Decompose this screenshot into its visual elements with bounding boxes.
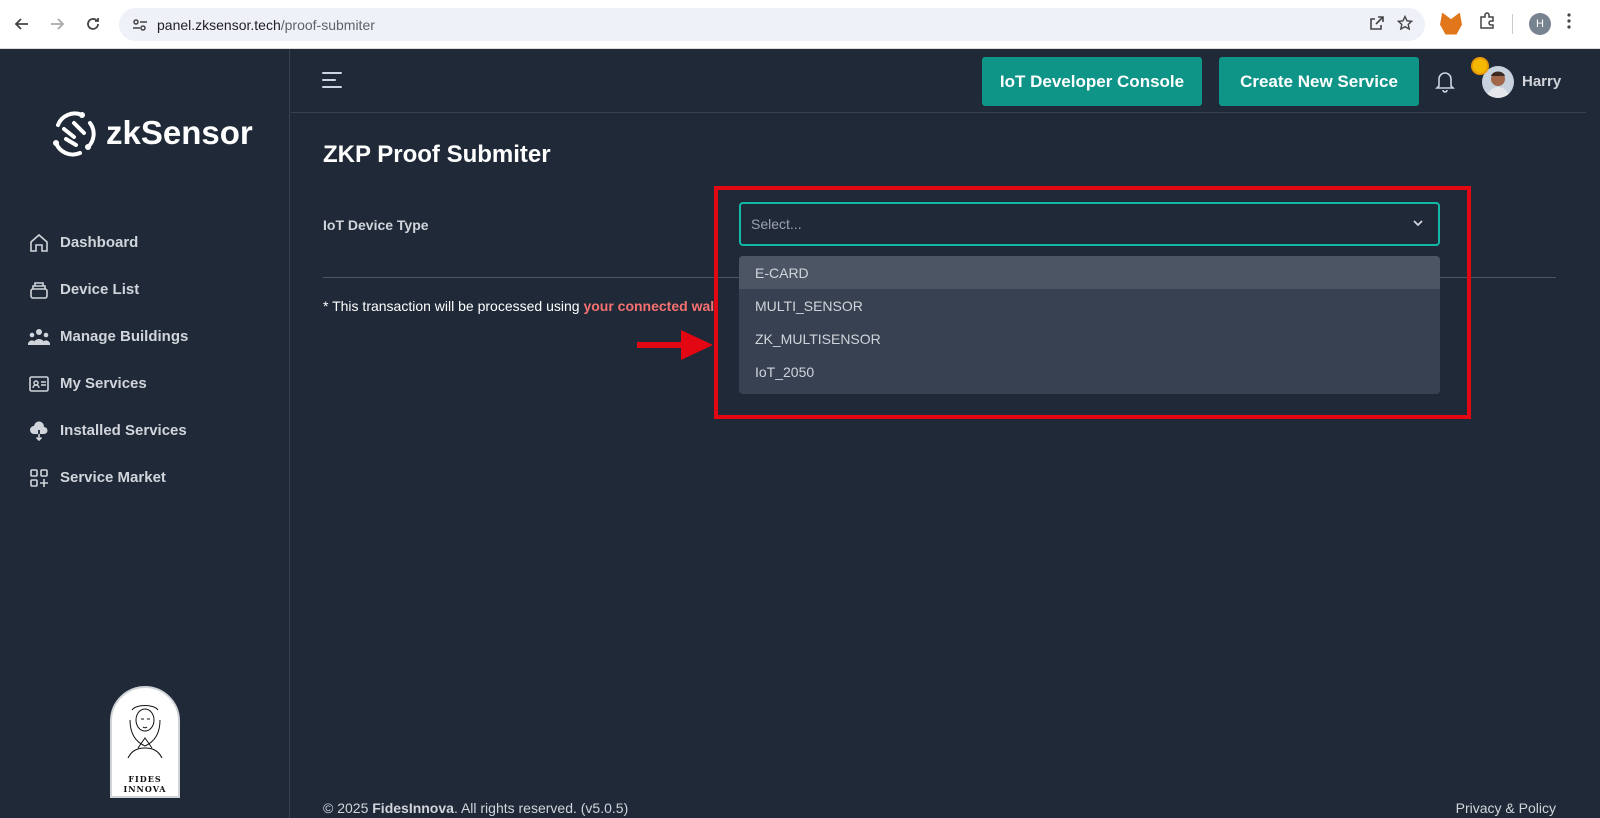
device-type-label: IoT Device Type xyxy=(323,217,429,233)
open-in-app-icon[interactable] xyxy=(1369,15,1385,36)
sidebar-item-label: Installed Services xyxy=(60,422,187,439)
sidebar-item-label: Service Market xyxy=(60,469,166,486)
bookmark-star-icon[interactable] xyxy=(1396,14,1414,36)
page-title: ZKP Proof Submiter xyxy=(323,141,551,168)
select-placeholder: Select... xyxy=(751,216,802,232)
zksensor-logo-icon xyxy=(48,107,100,159)
user-name[interactable]: Harry xyxy=(1522,73,1561,90)
dropdown-option-e-card[interactable]: E-CARD xyxy=(739,256,1440,289)
device-type-select[interactable]: Select... xyxy=(739,202,1440,246)
id-card-icon xyxy=(28,373,50,395)
sidebar-item-manage-buildings[interactable]: Manage Buildings xyxy=(28,313,188,360)
cloud-download-icon xyxy=(28,420,50,442)
metamask-extension-icon[interactable] xyxy=(1440,12,1462,35)
fides-face-illustration xyxy=(127,705,163,759)
iot-developer-console-button[interactable]: IoT Developer Console xyxy=(982,57,1202,106)
fides-wordmark: FIDES INNOVA xyxy=(123,774,167,794)
sidebar-item-dashboard[interactable]: Dashboard xyxy=(28,219,188,266)
reload-icon[interactable] xyxy=(81,12,105,36)
url-text: panel.zksensor.tech/proof-submiter xyxy=(157,17,375,33)
notification-bell-icon[interactable] xyxy=(1434,69,1456,93)
brand-name: zkSensor xyxy=(106,114,253,151)
create-new-service-button[interactable]: Create New Service xyxy=(1219,57,1419,106)
site-settings-icon[interactable] xyxy=(131,16,149,34)
sidebar-item-my-services[interactable]: My Services xyxy=(28,360,188,407)
dropdown-option-iot-2050[interactable]: IoT_2050 xyxy=(739,355,1440,388)
sidebar-item-label: Dashboard xyxy=(60,234,139,251)
browser-menu-icon[interactable] xyxy=(1567,13,1571,34)
users-icon xyxy=(28,326,50,348)
connected-wallet-text: your connected wal xyxy=(583,298,715,314)
device-type-dropdown: E-CARD MULTI_SENSOR ZK_MULTISENSOR IoT_2… xyxy=(739,256,1440,394)
device-stack-icon xyxy=(28,279,50,301)
extensions-icon[interactable] xyxy=(1478,12,1496,35)
sidebar-item-service-market[interactable]: Service Market xyxy=(28,454,188,501)
annotation-arrow-icon xyxy=(637,330,713,360)
menu-toggle-icon[interactable] xyxy=(322,72,342,88)
app-logo[interactable]: zkSensor xyxy=(48,107,253,159)
transaction-notice: * This transaction will be processed usi… xyxy=(323,298,715,314)
achievement-medal-icon xyxy=(1471,57,1489,75)
address-bar[interactable]: panel.zksensor.tech/proof-submiter xyxy=(119,8,1425,41)
browser-toolbar: panel.zksensor.tech/proof-submiter H xyxy=(0,0,1600,49)
page-scrollbar[interactable] xyxy=(1586,49,1600,818)
sidebar-item-label: Manage Buildings xyxy=(60,328,189,345)
dropdown-option-multi-sensor[interactable]: MULTI_SENSOR xyxy=(739,289,1440,322)
forward-icon[interactable] xyxy=(45,12,69,36)
back-icon[interactable] xyxy=(10,12,34,36)
sidebar-item-label: My Services xyxy=(60,375,147,392)
home-icon xyxy=(28,232,50,254)
profile-avatar[interactable]: H xyxy=(1529,12,1551,35)
sidebar-item-label: Device List xyxy=(60,281,140,298)
top-header: IoT Developer Console Create New Service… xyxy=(291,49,1600,113)
dropdown-option-zk-multisensor[interactable]: ZK_MULTISENSOR xyxy=(739,322,1440,355)
privacy-policy-link[interactable]: Privacy & Policy xyxy=(1456,800,1556,816)
fides-innova-logo: FIDES INNOVA xyxy=(110,686,180,798)
sidebar-item-installed-services[interactable]: Installed Services xyxy=(28,407,188,454)
chevron-down-icon[interactable] xyxy=(1410,215,1426,231)
sidebar: zkSensor Dashboard Device List Manage Bu… xyxy=(0,49,290,818)
sidebar-menu: Dashboard Device List Manage Buildings M… xyxy=(28,219,188,501)
grid-plus-icon xyxy=(28,467,50,489)
toolbar-divider xyxy=(1512,13,1513,34)
copyright-text: © 2025 FidesInnova. All rights reserved.… xyxy=(323,800,629,816)
sidebar-item-device-list[interactable]: Device List xyxy=(28,266,188,313)
